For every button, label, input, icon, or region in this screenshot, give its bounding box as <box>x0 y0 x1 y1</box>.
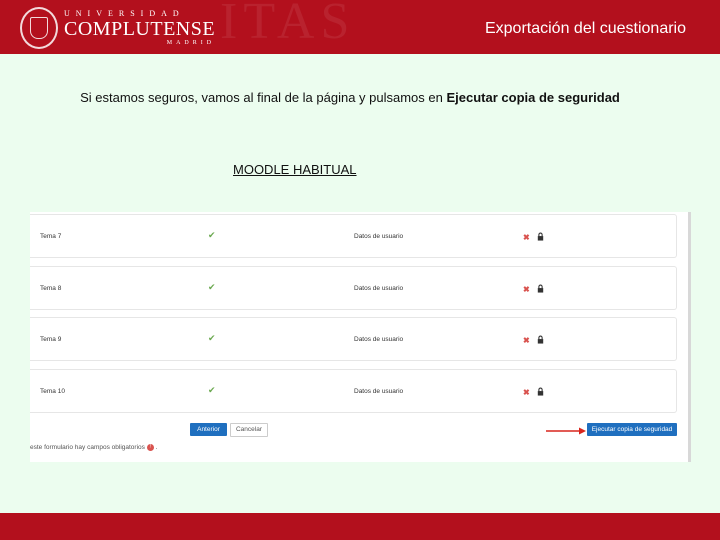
row-name: Tema 8 <box>40 285 62 292</box>
lock-icon[interactable] <box>536 284 545 293</box>
required-fields-note: este formulario hay campos obligatorios … <box>30 444 157 451</box>
moodle-screenshot-panel: Tema 7 ✔ Datos de usuario ✖ Tema 8 ✔ Dat… <box>30 212 691 462</box>
cross-icon[interactable]: ✖ <box>523 285 530 294</box>
row-name: Tema 9 <box>40 336 62 343</box>
logo-line2: COMPLUTENSE <box>64 18 216 40</box>
row-data-label: Datos de usuario <box>354 233 404 240</box>
run-backup-button[interactable]: Ejecutar copia de seguridad <box>587 423 677 436</box>
row-data-label: Datos de usuario <box>354 336 404 343</box>
row-name: Tema 10 <box>40 388 65 395</box>
header-bar: ITAS UNIVERSIDAD COMPLUTENSE MADRID Expo… <box>0 0 720 54</box>
header-watermark: ITAS <box>220 0 356 50</box>
cross-icon[interactable]: ✖ <box>523 336 530 345</box>
check-icon: ✔ <box>208 282 216 292</box>
backup-row: Tema 8 ✔ Datos de usuario ✖ <box>30 266 677 310</box>
row-data-label: Datos de usuario <box>354 285 404 292</box>
lock-icon[interactable] <box>536 335 545 344</box>
slide-title: Exportación del cuestionario <box>484 20 686 37</box>
university-seal-icon <box>20 7 58 49</box>
university-logo: UNIVERSIDAD COMPLUTENSE MADRID <box>20 7 216 49</box>
cancel-button[interactable]: Cancelar <box>230 423 268 437</box>
row-data-label: Datos de usuario <box>354 388 404 395</box>
required-icon: ! <box>146 444 154 451</box>
cross-icon[interactable]: ✖ <box>523 233 530 242</box>
instruction-text: Si estamos seguros, vamos al final de la… <box>70 89 630 107</box>
row-name: Tema 7 <box>40 233 62 240</box>
check-icon: ✔ <box>208 230 216 240</box>
required-fields-note-text: este formulario hay campos obligatorios <box>30 444 145 452</box>
lock-icon[interactable] <box>536 232 545 241</box>
instruction-text-bold: Ejecutar copia de seguridad <box>446 90 620 105</box>
logo-text: UNIVERSIDAD COMPLUTENSE MADRID <box>64 9 216 47</box>
backup-row: Tema 7 ✔ Datos de usuario ✖ <box>30 214 677 258</box>
required-fields-note-suffix: . <box>155 444 158 452</box>
red-arrow-icon <box>546 427 586 435</box>
lock-icon[interactable] <box>536 387 545 396</box>
instruction-text-plain: Si estamos seguros, vamos al final de la… <box>80 90 447 105</box>
backup-row: Tema 10 ✔ Datos de usuario ✖ <box>30 369 677 413</box>
logo-line1: UNIVERSIDAD <box>64 9 185 18</box>
previous-button[interactable]: Anterior <box>190 423 227 436</box>
cross-icon[interactable]: ✖ <box>523 388 530 397</box>
moodle-subtitle: MOODLE HABITUAL <box>233 162 357 177</box>
check-icon: ✔ <box>208 385 216 395</box>
backup-row: Tema 9 ✔ Datos de usuario ✖ <box>30 317 677 361</box>
logo-line3: MADRID <box>166 40 216 46</box>
check-icon: ✔ <box>208 333 216 343</box>
footer-bar <box>0 513 720 540</box>
